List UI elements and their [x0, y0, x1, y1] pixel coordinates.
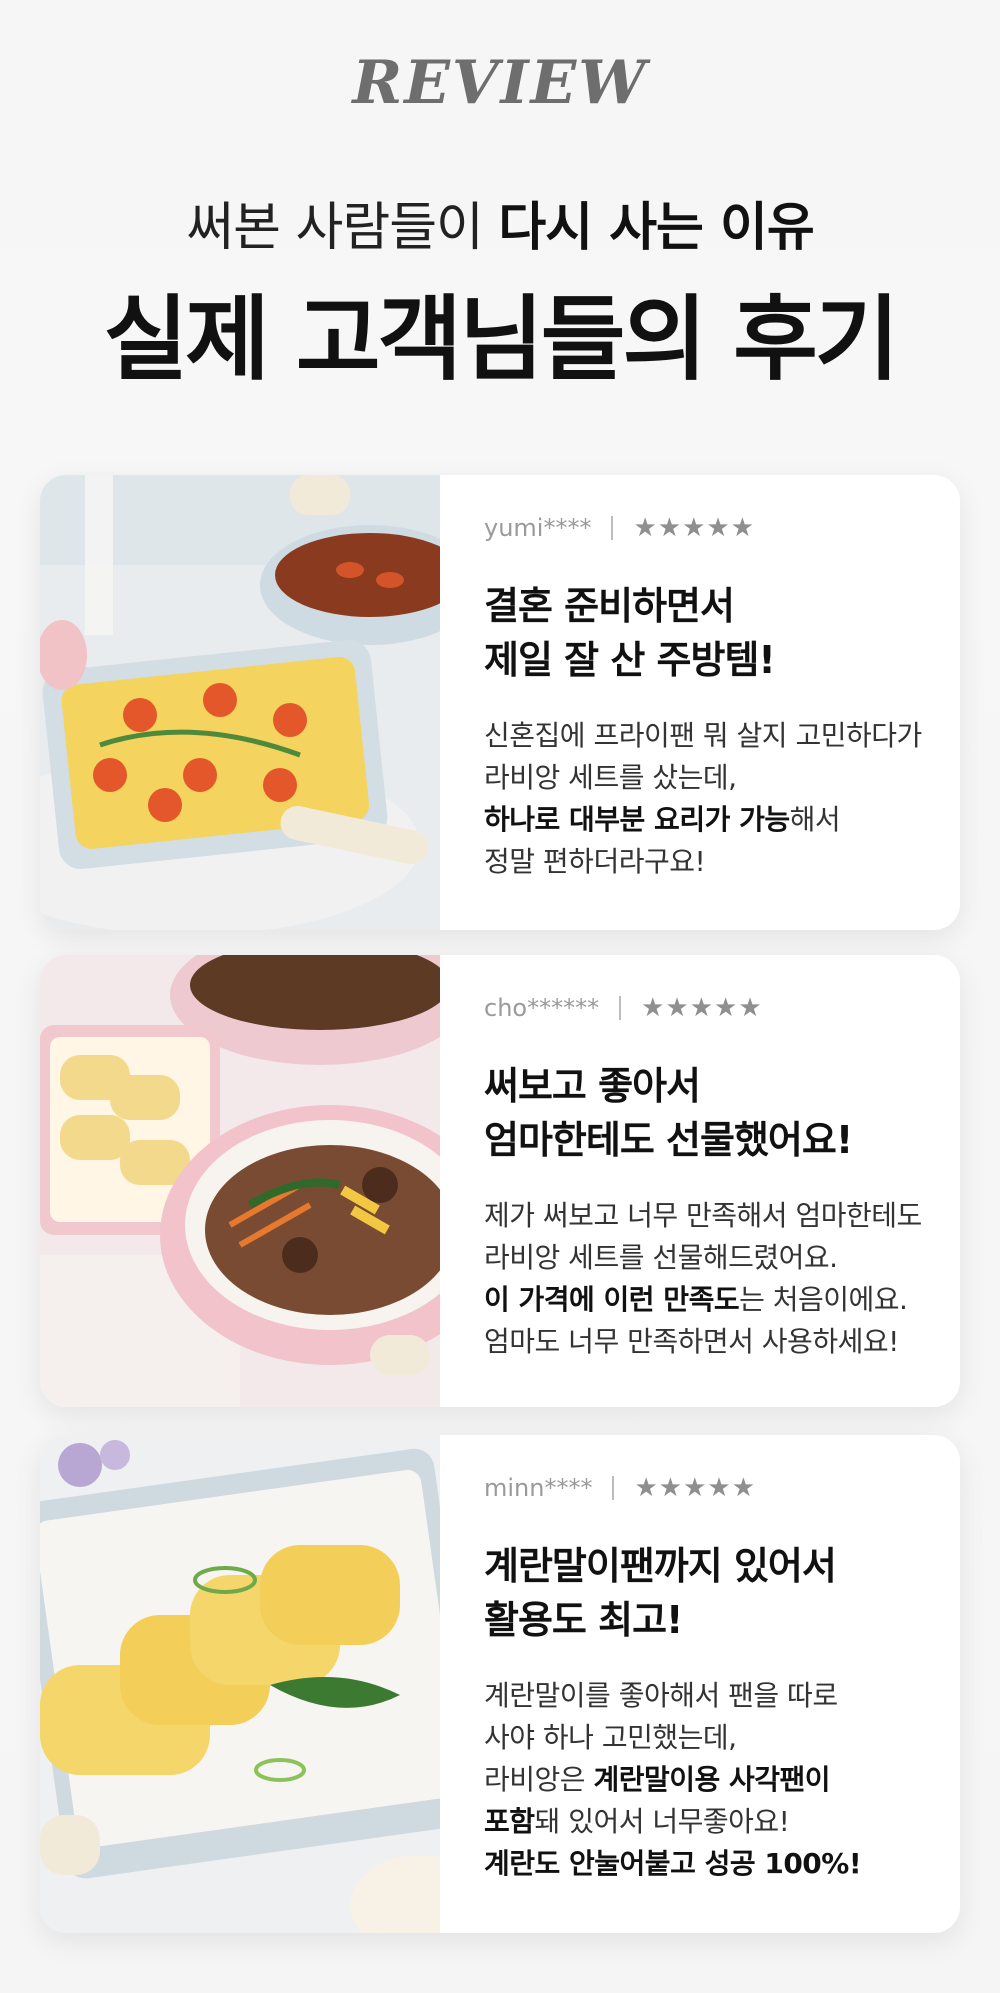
food-photo-japchae	[40, 955, 440, 1407]
text-line: 하나로 대부분 요리가 가능해서	[484, 799, 930, 841]
text-line: 엄마도 너무 만족하면서 사용하세요!	[484, 1325, 899, 1358]
text-line: 제가 써보고 너무 만족해서 엄마한테도	[484, 1199, 922, 1232]
text-emphasis: 이 가격에 이런 만족도	[484, 1283, 740, 1316]
review-meta: yumi**** ★★★★★	[484, 513, 930, 543]
review-card: minn**** ★★★★★ 계란말이팬까지 있어서 활용도 최고! 계란말이를…	[40, 1435, 960, 1933]
text-rest: 해서	[789, 803, 841, 836]
text-line: 신혼집에 프라이팬 뭐 살지 고민하다가	[484, 719, 922, 752]
review-headline: 써보고 좋아서 엄마한테도 선물했어요!	[484, 1059, 930, 1167]
review-headline: 결혼 준비하면서 제일 잘 산 주방템!	[484, 579, 930, 687]
headline-line: 활용도 최고!	[484, 1598, 683, 1642]
text-rest: 라비앙은	[484, 1763, 594, 1796]
review-text: 계란말이를 좋아해서 팬을 따로 사야 하나 고민했는데, 라비앙은 계란말이용…	[484, 1675, 930, 1885]
headline-line: 계란말이팬까지 있어서	[484, 1544, 837, 1588]
meta-divider	[619, 996, 622, 1020]
text-line: 포함돼 있어서 너무좋아요!	[484, 1801, 930, 1843]
subtitle-bold: 다시 사는 이유	[498, 198, 814, 258]
text-line: 라비앙은 계란말이용 사각팬이	[484, 1759, 930, 1801]
text-rest: 돼 있어서 너무좋아요!	[534, 1805, 790, 1838]
review-meta: cho****** ★★★★★	[484, 993, 930, 1023]
review-card: yumi**** ★★★★★ 결혼 준비하면서 제일 잘 산 주방템! 신혼집에…	[40, 475, 960, 930]
text-line: 계란말이를 좋아해서 팬을 따로	[484, 1679, 838, 1712]
review-photo	[40, 1435, 440, 1933]
review-card: cho****** ★★★★★ 써보고 좋아서 엄마한테도 선물했어요! 제가 …	[40, 955, 960, 1407]
subtitle-normal: 써본 사람들이	[186, 198, 484, 258]
text-line: 이 가격에 이런 만족도는 처음이에요.	[484, 1279, 930, 1321]
section-eyebrow: REVIEW	[352, 48, 648, 118]
review-body: yumi**** ★★★★★ 결혼 준비하면서 제일 잘 산 주방템! 신혼집에…	[484, 475, 930, 883]
section-subtitle: 써본 사람들이 다시 사는 이유	[0, 185, 1000, 260]
text-emphasis: 포함	[484, 1805, 535, 1838]
headline-line: 제일 잘 산 주방템!	[484, 638, 776, 682]
meta-divider	[611, 516, 614, 540]
text-emphasis: 계란도 안눌어붙고 성공 100%!	[484, 1847, 862, 1880]
text-line: 정말 편하더라구요!	[484, 845, 706, 878]
reviewer-name: cho******	[484, 994, 600, 1022]
text-line: 라비앙 세트를 샀는데,	[484, 761, 737, 794]
review-body: minn**** ★★★★★ 계란말이팬까지 있어서 활용도 최고! 계란말이를…	[484, 1435, 930, 1885]
review-text: 신혼집에 프라이팬 뭐 살지 고민하다가 라비앙 세트를 샀는데, 하나로 대부…	[484, 715, 930, 883]
headline-line: 결혼 준비하면서	[484, 584, 735, 628]
review-photo	[40, 955, 440, 1407]
star-rating-icon: ★★★★★	[634, 1473, 757, 1503]
review-meta: minn**** ★★★★★	[484, 1473, 930, 1503]
text-line: 라비앙 세트를 선물해드렸어요.	[484, 1241, 838, 1274]
headline-line: 써보고 좋아서	[484, 1064, 701, 1108]
reviewer-name: minn****	[484, 1474, 593, 1502]
text-rest: 는 처음이에요.	[739, 1283, 908, 1316]
text-emphasis: 하나로 대부분 요리가 가능	[484, 803, 790, 836]
review-body: cho****** ★★★★★ 써보고 좋아서 엄마한테도 선물했어요! 제가 …	[484, 955, 930, 1363]
review-text: 제가 써보고 너무 만족해서 엄마한테도 라비앙 세트를 선물해드렸어요. 이 …	[484, 1195, 930, 1363]
star-rating-icon: ★★★★★	[633, 513, 756, 543]
food-photo-egg-roll	[40, 1435, 440, 1933]
section-title: 실제 고객님들의 후기	[103, 286, 900, 393]
review-photo	[40, 475, 440, 930]
text-emphasis: 계란말이용 사각팬이	[593, 1763, 831, 1796]
star-rating-icon: ★★★★★	[641, 993, 763, 1023]
text-line: 계란도 안눌어붙고 성공 100%!	[484, 1843, 930, 1885]
headline-line: 엄마한테도 선물했어요!	[484, 1118, 853, 1162]
meta-divider	[612, 1476, 615, 1500]
review-headline: 계란말이팬까지 있어서 활용도 최고!	[484, 1539, 930, 1647]
reviewer-name: yumi****	[484, 514, 592, 542]
text-line: 사야 하나 고민했는데,	[484, 1721, 737, 1754]
food-photo-omelette	[40, 475, 440, 930]
review-section: REVIEW 써본 사람들이 다시 사는 이유 실제 고객님들의 후기 yumi…	[0, 0, 1000, 1993]
